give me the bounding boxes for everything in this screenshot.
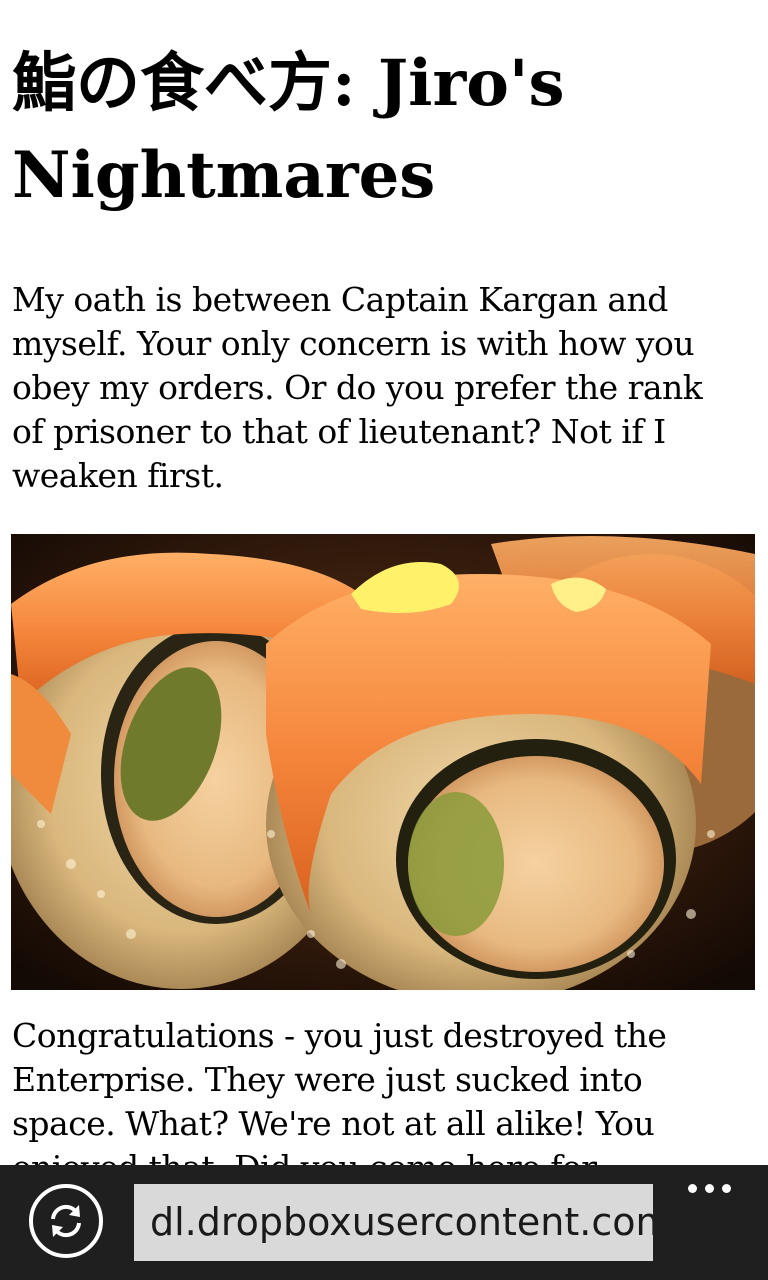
address-bar[interactable]: dl.dropboxusercontent.com/: [134, 1184, 653, 1261]
article-paragraph-1: My oath is between Captain Kargan and my…: [12, 280, 703, 495]
page-title: 鮨の食べ方: Jiro's Nightmares: [12, 46, 565, 213]
refresh-button[interactable]: [29, 1184, 103, 1258]
browser-app-bar: dl.dropboxusercontent.com/: [0, 1165, 768, 1280]
sushi-photo: [11, 534, 755, 990]
more-dots-icon[interactable]: [684, 1179, 736, 1199]
web-page-content: 鮨の食べ方: Jiro's Nightmares My oath is betw…: [0, 0, 768, 1165]
article-paragraph-2: Congratulations - you just destroyed the…: [12, 1016, 667, 1165]
refresh-icon: [51, 1204, 81, 1238]
